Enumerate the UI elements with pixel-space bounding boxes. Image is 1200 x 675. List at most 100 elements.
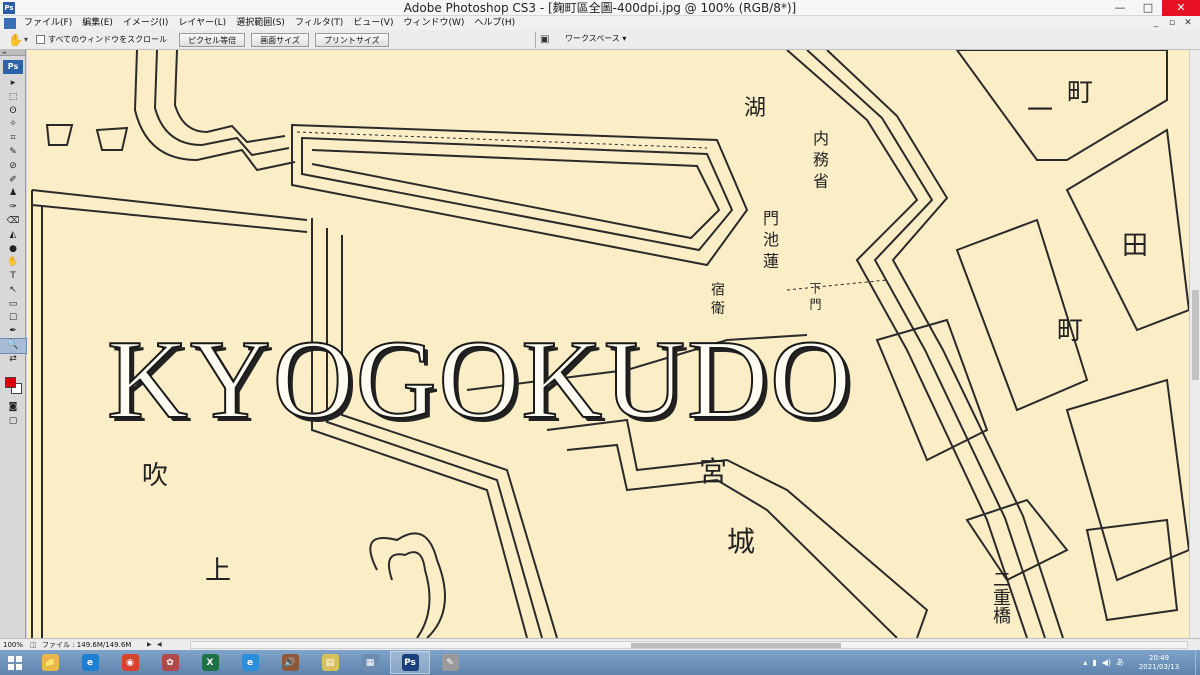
options-separator xyxy=(535,32,536,48)
brush-tool-icon[interactable]: ✐ xyxy=(0,174,26,188)
map-label-1: 湖 xyxy=(744,96,767,121)
crop-tool-icon[interactable]: ⌗ xyxy=(0,132,26,146)
taskbar-volume-button[interactable]: 🔊 xyxy=(270,651,310,674)
map-label-14: 下 門 xyxy=(808,282,822,310)
options-bar: ✋ ▾ すべてのウィンドウをスクロール ピクセル等倍 画面サイズ プリントサイズ… xyxy=(0,30,1200,50)
gradient-tool-icon[interactable]: ◭ xyxy=(0,229,26,243)
quick-mask-icon[interactable]: ◙ xyxy=(0,401,26,415)
status-bar: 100% ◫ ファイル : 149.6M/149.6M ▶ ◀ xyxy=(0,638,1200,650)
windows-logo-icon xyxy=(8,655,22,670)
edge-icon: e xyxy=(241,654,259,671)
eraser-tool-icon[interactable]: ⌫ xyxy=(0,215,26,229)
menu-view[interactable]: ビュー(V) xyxy=(348,16,398,30)
taskbar: 📁 e ◉ ✿ Xe 🔊 ▤ ▦ Ps ✎ ▴ ▮ ◀) あ 20:49 2021/03/13 xyxy=(0,650,1200,675)
palette-well-icon[interactable]: ▣ xyxy=(540,34,554,45)
doc-close-button[interactable]: ✕ xyxy=(1182,16,1194,30)
status-menu-arrow-icon[interactable]: ▶ xyxy=(147,641,157,648)
document-window-controls: _ ▫ ✕ xyxy=(1150,16,1194,30)
taskbar-edge-button[interactable]: e xyxy=(230,651,270,674)
menu-edit[interactable]: 編集(E) xyxy=(77,16,118,30)
eyedropper-tool-icon[interactable]: ✒ xyxy=(0,325,26,339)
doc-restore-button[interactable]: ▫ xyxy=(1166,16,1178,30)
zoom-tool-icon[interactable]: 🔍 xyxy=(0,338,27,354)
menu-help[interactable]: ヘルプ(H) xyxy=(469,16,520,30)
notes-tool-icon[interactable]: ☐ xyxy=(0,312,26,326)
paint-icon: ✿ xyxy=(161,654,179,671)
taskbar-folder-button[interactable]: ▤ xyxy=(310,651,350,674)
tray-speaker-icon[interactable]: ◀) xyxy=(1102,658,1111,667)
taskbar-notepad-button[interactable]: ▦ xyxy=(350,651,390,674)
chrome-icon: ◉ xyxy=(121,654,139,671)
close-button[interactable]: ✕ xyxy=(1162,0,1200,16)
history-brush-tool-icon[interactable]: ✑ xyxy=(0,201,26,215)
vertical-scroll-thumb[interactable] xyxy=(1192,290,1199,380)
clock-time: 20:49 xyxy=(1148,653,1170,662)
tray-arrow-icon[interactable]: ▴ xyxy=(1083,658,1087,667)
foreground-color-swatch[interactable] xyxy=(5,376,16,388)
menu-window[interactable]: ウィンドウ(W) xyxy=(398,16,469,30)
fit-screen-button[interactable]: 画面サイズ xyxy=(251,32,309,47)
folder-icon: ▤ xyxy=(321,654,339,671)
window-title: Adobe Photoshop CS3 - [麹町區全圖-400dpi.jpg … xyxy=(403,1,797,15)
document-canvas[interactable]: 湖 吹 上 宮 城 町 一 町 田 二重橋 内 務 省 門 池 蓮 宿 衛 下 … xyxy=(27,50,1189,638)
type-tool-icon[interactable]: T xyxy=(0,270,26,284)
actual-pixels-button[interactable]: ピクセル等倍 xyxy=(179,32,246,47)
path-select-tool-icon[interactable]: ↖ xyxy=(0,284,26,298)
shape-tool-icon[interactable]: ▭ xyxy=(0,298,26,312)
document-icon[interactable] xyxy=(4,17,16,29)
swap-tool-icon[interactable]: ⇄ xyxy=(0,353,26,367)
scroll-all-windows-checkbox[interactable] xyxy=(36,35,46,44)
horizontal-scroll-thumb[interactable] xyxy=(631,643,841,648)
taskbar-excel-button[interactable]: X xyxy=(190,651,230,674)
misc-icon: ✎ xyxy=(441,654,459,671)
taskbar-explorer-button[interactable]: 📁 xyxy=(30,651,70,674)
slice-tool-icon[interactable]: ✎ xyxy=(0,146,26,160)
show-desktop-button[interactable] xyxy=(1195,650,1200,675)
screen-mode-icon[interactable]: ▢ xyxy=(0,415,26,429)
print-size-button[interactable]: プリントサイズ xyxy=(314,32,389,47)
menu-filter[interactable]: フィルタ(T) xyxy=(290,16,348,30)
workspace-dropdown[interactable]: ワークスペース ▾ xyxy=(565,33,626,44)
map-label-5: 城 xyxy=(727,525,756,558)
horizontal-scrollbar[interactable] xyxy=(190,641,1188,649)
menu-image[interactable]: イメージ(I) xyxy=(118,16,174,30)
taskbar-paint-button[interactable]: ✿ xyxy=(150,651,190,674)
status-info-icon[interactable]: ◫ xyxy=(30,641,42,649)
lasso-tool-icon[interactable]: ʘ xyxy=(0,105,26,119)
tray-ime-icon[interactable]: あ xyxy=(1116,657,1124,668)
menu-file[interactable]: ファイル(F) xyxy=(19,16,77,30)
photoshop-logo[interactable]: Ps xyxy=(3,60,23,74)
excel-icon: X xyxy=(201,654,219,671)
menu-select[interactable]: 選択範囲(S) xyxy=(231,16,290,30)
clone-stamp-tool-icon[interactable]: ♟ xyxy=(0,187,26,201)
map-label-9: 田 xyxy=(1122,231,1149,261)
toolbox-grip[interactable]: ◂▸ xyxy=(0,50,25,56)
tool-preset-dropdown-icon[interactable]: ▾ xyxy=(24,35,28,44)
minimize-button[interactable]: — xyxy=(1106,0,1134,16)
taskbar-chrome-button[interactable]: ◉ xyxy=(110,651,150,674)
tray-network-icon[interactable]: ▮ xyxy=(1092,658,1096,667)
taskbar-ie-button[interactable]: e xyxy=(70,651,110,674)
move-tool-icon[interactable]: ▸ xyxy=(0,77,26,91)
menu-layer[interactable]: レイヤー(L) xyxy=(173,16,231,30)
taskbar-misc-button[interactable]: ✎ xyxy=(430,651,470,674)
map-label-4: 宮 xyxy=(699,455,728,488)
marquee-tool-icon[interactable]: ⬚ xyxy=(0,91,26,105)
kyogokudo-watermark: KYOGOKUDO xyxy=(106,318,853,442)
maximize-button[interactable]: □ xyxy=(1134,0,1162,16)
hand-tool-icon[interactable]: ✋ xyxy=(8,33,23,47)
system-tray: ▴ ▮ ◀) あ 20:49 2021/03/13 xyxy=(1083,650,1200,675)
notepad-icon: ▦ xyxy=(361,654,379,671)
taskbar-clock[interactable]: 20:49 2021/03/13 xyxy=(1129,654,1189,672)
start-button[interactable] xyxy=(0,650,30,675)
vertical-scrollbar[interactable] xyxy=(1189,50,1200,638)
blur-tool-icon[interactable]: ● xyxy=(0,243,26,257)
doc-minimize-button[interactable]: _ xyxy=(1150,16,1162,30)
color-swatches xyxy=(0,371,25,401)
healing-tool-icon[interactable]: ⊘ xyxy=(0,160,26,174)
scroll-left-arrow-icon[interactable]: ◀ xyxy=(157,641,167,648)
taskbar-photoshop-button[interactable]: Ps xyxy=(390,651,430,674)
zoom-level[interactable]: 100% xyxy=(0,641,30,649)
dodge-tool-icon[interactable]: ✋ xyxy=(0,256,26,270)
quick-select-tool-icon[interactable]: ✧ xyxy=(0,118,26,132)
